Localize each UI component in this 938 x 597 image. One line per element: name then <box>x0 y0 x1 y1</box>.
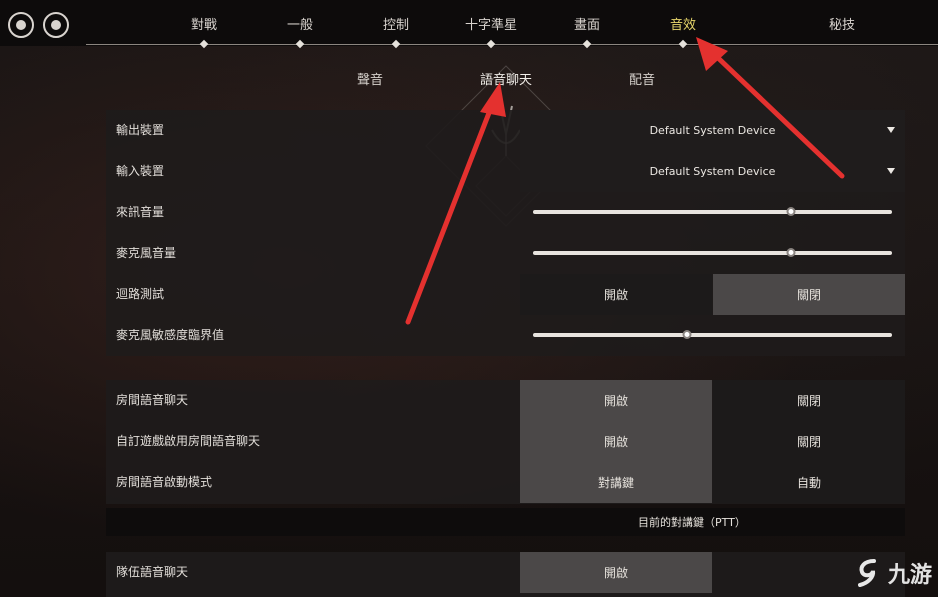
input-device-row: 輸入裝置 Default System Device <box>106 151 905 192</box>
current-ptt-row: 目前的對講鍵（PTT） <box>106 508 905 536</box>
slider-thumb[interactable] <box>786 248 796 257</box>
custom-party-voice-label: 自訂遊戲啟用房間語音聊天 <box>116 434 261 448</box>
team-voice-label: 隊伍語音聊天 <box>116 565 189 579</box>
activation-mode-label: 房間語音啟動模式 <box>116 475 213 489</box>
current-ptt-label: 目前的對講鍵（PTT） <box>638 516 746 529</box>
chevron-down-icon <box>887 127 895 133</box>
party-voice-on-button[interactable]: 開啟 <box>520 380 712 421</box>
slider-thumb[interactable] <box>786 207 796 216</box>
loopback-test-label: 迴路測試 <box>116 287 165 301</box>
subtab-voice-chat[interactable]: 語音聊天 <box>480 69 532 88</box>
loopback-test-row: 迴路測試 開啟 關閉 <box>106 274 905 315</box>
party-voice-panel: 房間語音聊天 開啟 關閉 自訂遊戲啟用房間語音聊天 開啟 關閉 房間語音啟動模式… <box>106 380 905 504</box>
subtab-sound[interactable]: 聲音 <box>357 69 383 88</box>
team-voice-on-button[interactable]: 開啟 <box>520 552 712 593</box>
party-voice-row: 房間語音聊天 開啟 關閉 <box>106 380 905 421</box>
watermark-text: 九游 <box>887 563 932 588</box>
tab-secret[interactable]: 秘技 <box>829 14 855 33</box>
party-voice-off-button[interactable]: 關閉 <box>713 380 905 421</box>
team-voice-row: 隊伍語音聊天 開啟 <box>106 552 905 593</box>
slider-thumb[interactable] <box>682 330 692 339</box>
output-device-row: 輸出裝置 Default System Device <box>106 110 905 151</box>
incoming-volume-row: 來訊音量 <box>106 192 905 233</box>
input-device-label: 輸入裝置 <box>116 164 165 178</box>
custom-party-voice-off-button[interactable]: 關閉 <box>713 421 905 462</box>
subtab-voice-over[interactable]: 配音 <box>629 69 655 88</box>
tab-video[interactable]: 畫面 <box>574 14 600 33</box>
team-voice-panel: 隊伍語音聊天 開啟 <box>106 552 905 597</box>
loopback-on-button[interactable]: 開啟 <box>520 274 712 315</box>
career-icon[interactable] <box>43 12 69 38</box>
activation-auto-button[interactable]: 自動 <box>713 462 905 503</box>
activation-mode-row: 房間語音啟動模式 對講鍵 自動 <box>106 462 905 503</box>
nine-game-logo-icon <box>857 559 876 587</box>
tab-crosshair[interactable]: 十字準星 <box>465 14 517 33</box>
loopback-off-button[interactable]: 關閉 <box>713 274 905 315</box>
mic-threshold-label: 麥克風敏感度臨界值 <box>116 328 225 342</box>
tab-audio[interactable]: 音效 <box>670 14 696 33</box>
tab-controls[interactable]: 控制 <box>383 14 409 33</box>
custom-party-voice-on-button[interactable]: 開啟 <box>520 421 712 462</box>
tab-match[interactable]: 對戰 <box>191 14 217 33</box>
watermark-logo: 九游 <box>836 553 932 593</box>
output-device-label: 輸出裝置 <box>116 123 165 137</box>
agent-icon[interactable] <box>8 12 34 38</box>
party-voice-label: 房間語音聊天 <box>116 393 189 407</box>
mic-threshold-row: 麥克風敏感度臨界值 <box>106 315 905 356</box>
device-settings-panel: 輸出裝置 Default System Device 輸入裝置 Default … <box>106 110 905 356</box>
mic-volume-slider[interactable] <box>533 248 892 257</box>
output-device-value: Default System Device <box>649 124 776 137</box>
input-device-value: Default System Device <box>649 165 776 178</box>
mic-volume-label: 麥克風音量 <box>116 246 177 260</box>
incoming-volume-slider[interactable] <box>533 207 892 216</box>
nav-divider <box>86 44 938 45</box>
mic-threshold-slider[interactable] <box>533 330 892 339</box>
output-device-dropdown[interactable]: Default System Device <box>520 110 905 151</box>
custom-party-voice-row: 自訂遊戲啟用房間語音聊天 開啟 關閉 <box>106 421 905 462</box>
activation-ptt-button[interactable]: 對講鍵 <box>520 462 712 503</box>
tab-general[interactable]: 一般 <box>287 14 313 33</box>
top-navigation-bar: 對戰 一般 控制 十字準星 畫面 音效 秘技 <box>0 0 938 49</box>
mic-volume-row: 麥克風音量 <box>106 233 905 274</box>
input-device-dropdown[interactable]: Default System Device <box>520 151 905 192</box>
chevron-down-icon <box>887 168 895 174</box>
incoming-volume-label: 來訊音量 <box>116 205 165 219</box>
